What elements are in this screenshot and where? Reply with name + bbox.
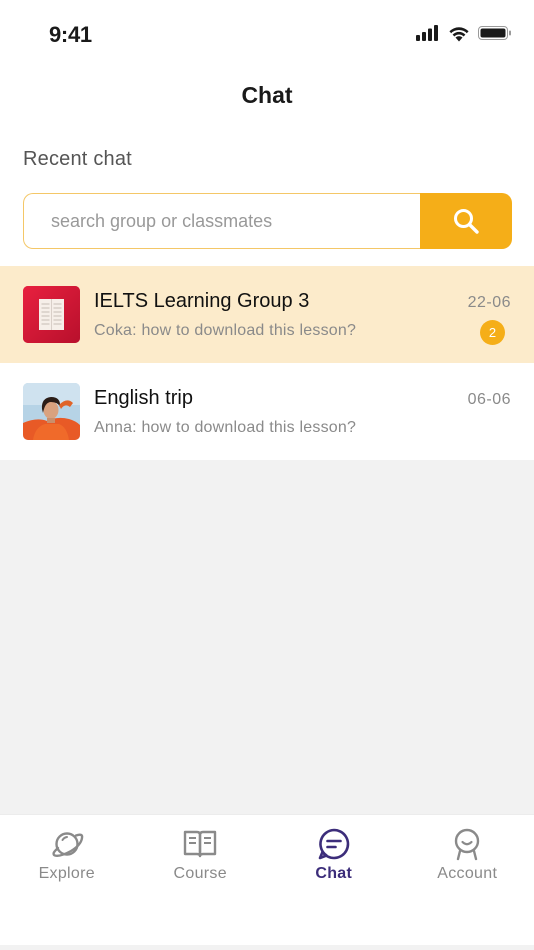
chat-preview: Coka: how to download this lesson?	[94, 322, 357, 339]
chat-list: IELTS Learning Group 3 Coka: how to down…	[0, 266, 534, 460]
tab-label: Chat	[315, 865, 353, 882]
signal-icon	[416, 25, 438, 41]
search-bar	[23, 193, 512, 249]
tab-label: Account	[437, 865, 498, 882]
search-input[interactable]	[23, 193, 420, 249]
group-avatar	[23, 383, 80, 440]
chat-name: IELTS Learning Group 3	[94, 290, 310, 312]
chat-preview: Anna: how to download this lesson?	[94, 419, 357, 436]
chat-item-english-trip[interactable]: English trip Anna: how to download this …	[0, 363, 534, 460]
user-icon	[455, 828, 480, 861]
status-time: 9:41	[49, 22, 92, 47]
tab-account[interactable]: Account	[401, 815, 534, 945]
bottom-tab-bar: Explore Course Chat Account	[0, 815, 534, 945]
tab-chat[interactable]: Chat	[267, 815, 401, 945]
status-icons	[416, 24, 512, 42]
group-avatar	[23, 286, 80, 343]
search-button[interactable]	[420, 193, 512, 249]
empty-content-area	[0, 460, 534, 815]
planet-icon	[52, 832, 84, 857]
tab-label: Explore	[38, 865, 95, 882]
book-icon	[184, 830, 217, 858]
chat-date: 22-06	[467, 294, 511, 311]
bottom-edge	[0, 945, 534, 950]
chat-date: 06-06	[467, 391, 511, 408]
status-bar: 9:41	[0, 0, 534, 70]
chat-item-ielts-learning-group-3[interactable]: IELTS Learning Group 3 Coka: how to down…	[0, 266, 534, 363]
person-photo	[23, 383, 80, 440]
book-thumbnail	[23, 286, 80, 343]
search-icon	[454, 209, 479, 234]
battery-icon	[478, 26, 511, 40]
tab-label: Course	[173, 865, 227, 882]
wifi-icon	[449, 26, 469, 41]
section-title: Recent chat	[23, 148, 132, 170]
chat-bubble-icon	[318, 828, 350, 860]
unread-badge: 2	[480, 320, 505, 345]
chat-name: English trip	[94, 387, 193, 409]
tab-explore[interactable]: Explore	[0, 815, 134, 945]
tab-course[interactable]: Course	[134, 815, 268, 945]
page-title: Chat	[241, 82, 293, 108]
